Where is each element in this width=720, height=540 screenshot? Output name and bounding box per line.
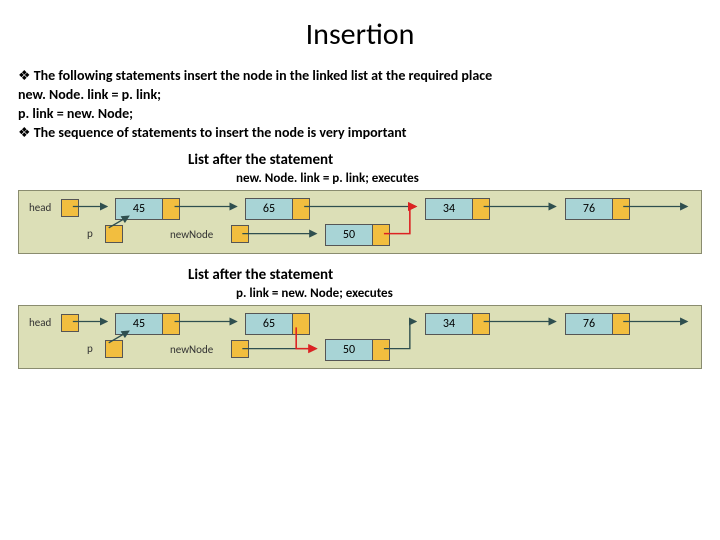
fig2-p-ptr-box (105, 340, 123, 358)
fig1-node-1: 65 (245, 198, 310, 220)
fig1-node-3-val: 76 (566, 199, 613, 219)
fig2-node-3: 76 (565, 313, 630, 335)
fig1-newnode-ptr-box (231, 225, 249, 243)
fig1-newnode-node: 50 (325, 224, 390, 246)
fig1-node-1-val: 65 (246, 199, 293, 219)
fig1-node-2: 34 (425, 198, 490, 220)
fig2-diagram: head 45 65 34 76 p newNode (18, 305, 702, 369)
fig1-node-3: 76 (565, 198, 630, 220)
fig1-node-2-val: 34 (426, 199, 473, 219)
fig1-newnode-label: newNode (170, 228, 213, 241)
code-line-1: new. Node. link = p. link; (18, 86, 702, 105)
fig2-node-3-val: 76 (566, 314, 613, 334)
fig2-node-2: 34 (425, 313, 490, 335)
fig1-newnode-val: 50 (326, 225, 373, 245)
bullet-2: The sequence of statements to insert the… (18, 124, 702, 143)
fig2-newnode-val: 50 (326, 340, 373, 360)
fig1-head-ptr-box (61, 199, 79, 217)
fig1-node-0-val: 45 (116, 199, 163, 219)
fig2-head-ptr-box (61, 314, 79, 332)
fig2-node-2-val: 34 (426, 314, 473, 334)
fig1-heading: List after the statement (188, 151, 702, 169)
fig2-heading: List after the statement (188, 266, 702, 284)
fig1-diagram: head 45 65 34 76 p newNode (18, 190, 702, 254)
fig1-head-label: head (29, 201, 51, 214)
fig2-caption: p. link = new. Node; executes (236, 286, 702, 301)
fig2-newnode-label: newNode (170, 343, 213, 356)
fig2-newnode-node: 50 (325, 339, 390, 361)
fig2-head-label: head (29, 316, 51, 329)
fig1-node-0: 45 (115, 198, 180, 220)
fig1-p-label: p (87, 227, 93, 240)
fig1-p-ptr-box (105, 225, 123, 243)
fig2-node-1-val: 65 (246, 314, 293, 334)
fig2-node-1: 65 (245, 313, 310, 335)
fig2-newnode-ptr-box (231, 340, 249, 358)
body-text-block: The following statements insert the node… (18, 67, 702, 143)
code-line-2: p. link = new. Node; (18, 105, 702, 124)
bullet-1: The following statements insert the node… (18, 67, 702, 86)
fig2-p-label: p (87, 342, 93, 355)
fig2-node-0: 45 (115, 313, 180, 335)
page-title: Insertion (18, 16, 702, 53)
fig1-caption: new. Node. link = p. link; executes (236, 171, 702, 186)
fig2-node-0-val: 45 (116, 314, 163, 334)
